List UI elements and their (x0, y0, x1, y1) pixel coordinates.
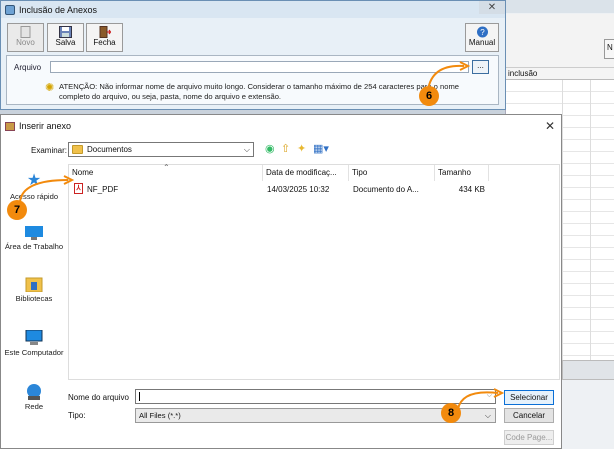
column-header-data[interactable]: Data de modificaç... (263, 165, 349, 181)
salva-button[interactable]: Salva (47, 23, 84, 52)
desktop-icon (25, 226, 43, 240)
back-icon[interactable]: ◉ (265, 143, 275, 155)
new-folder-icon[interactable]: ✦ (297, 143, 306, 155)
up-folder-icon[interactable]: ⇧ (281, 143, 290, 155)
column-header-nome[interactable]: Nome (69, 165, 263, 181)
grid-divider (590, 80, 591, 360)
file-type: Documento do A... (353, 185, 419, 194)
background-app-panel (562, 360, 614, 380)
place-label: Área de Trabalho (4, 242, 64, 251)
folder-icon (72, 145, 83, 154)
network-icon (27, 384, 41, 400)
novo-button[interactable]: Novo (7, 23, 44, 52)
column-header-tamanho[interactable]: Tamanho (435, 165, 489, 181)
arquivo-label: Arquivo (14, 63, 42, 72)
dialog-titlebar: Inserir anexo (1, 115, 561, 137)
background-app-titlebar (506, 0, 614, 13)
place-label: Rede (24, 402, 44, 411)
background-column-header: inclusão (506, 68, 614, 80)
new-document-icon (20, 26, 31, 38)
examinar-label: Examinar: (31, 146, 68, 155)
place-rede[interactable]: Rede (3, 384, 65, 411)
exit-door-icon (99, 26, 111, 38)
manual-label: Manual (468, 38, 496, 47)
lightbulb-warning-icon: ✺ (45, 82, 55, 94)
file-size: 434 KB (458, 185, 485, 194)
nome-arquivo-input[interactable]: ⌵ (135, 389, 496, 404)
chevron-down-icon: ⌵ (243, 145, 250, 154)
place-label: Este Computador (4, 348, 64, 357)
anexos-titlebar: Inclusão de Anexos ✕ (1, 1, 505, 18)
nome-arquivo-label: Nome do arquivo (68, 393, 129, 402)
novo-label: Novo (16, 38, 35, 47)
tipo-value: All Files (*.*) (139, 411, 181, 420)
place-bibliotecas[interactable]: Bibliotecas (3, 276, 65, 303)
background-app-button[interactable]: N (604, 39, 614, 59)
file-date: 14/03/2025 10:32 (267, 185, 330, 194)
step-8-badge: 8 (441, 403, 461, 423)
save-icon (59, 26, 72, 38)
step-7-badge: 7 (7, 200, 27, 220)
manual-button[interactable]: ? Manual (465, 23, 499, 52)
dialog-title: Inserir anexo (19, 121, 72, 131)
anexos-title: Inclusão de Anexos (19, 4, 98, 15)
salva-label: Salva (55, 38, 76, 47)
grid-divider (562, 80, 563, 360)
examinar-value: Documentos (87, 145, 132, 154)
code-page-button[interactable]: Code Page... (504, 430, 554, 445)
fecha-label: Fecha (93, 38, 116, 47)
file-list: ⌃ Nome Data de modificaç... Tipo Tamanho… (68, 163, 560, 380)
warning-text: ATENÇÃO: Não informar nome de arquivo mu… (59, 82, 459, 101)
place-label: Bibliotecas (15, 294, 53, 303)
examinar-combo[interactable]: Documentos ⌵ (68, 142, 254, 157)
libraries-icon (25, 277, 43, 292)
file-row[interactable]: ⅄ NF_PDF 14/03/2025 10:32 Documento do A… (69, 183, 559, 197)
fecha-button[interactable]: Fecha (86, 23, 123, 52)
dialog-app-icon (5, 121, 15, 131)
view-menu-icon[interactable]: ▦▾ (313, 143, 329, 155)
text-caret (139, 392, 140, 401)
tipo-label: Tipo: (68, 411, 86, 420)
cancelar-button[interactable]: Cancelar (504, 408, 554, 423)
step-6-badge: 6 (419, 86, 439, 106)
column-header-tipo[interactable]: Tipo (349, 165, 435, 181)
selecionar-button[interactable]: Selecionar (504, 390, 554, 405)
dialog-close-button[interactable]: ✕ (545, 119, 555, 133)
place-este-computador[interactable]: Este Computador (3, 330, 65, 357)
background-app-toolbar (506, 14, 614, 68)
app-icon (5, 4, 15, 15)
file-name: NF_PDF (87, 185, 119, 194)
computer-icon (25, 330, 43, 345)
help-icon: ? (476, 26, 488, 38)
anexos-close-button[interactable]: ✕ (479, 1, 505, 14)
place-area-de-trabalho[interactable]: Área de Trabalho (3, 226, 65, 251)
arquivo-input[interactable] (50, 61, 469, 73)
svg-text:?: ? (480, 28, 485, 37)
